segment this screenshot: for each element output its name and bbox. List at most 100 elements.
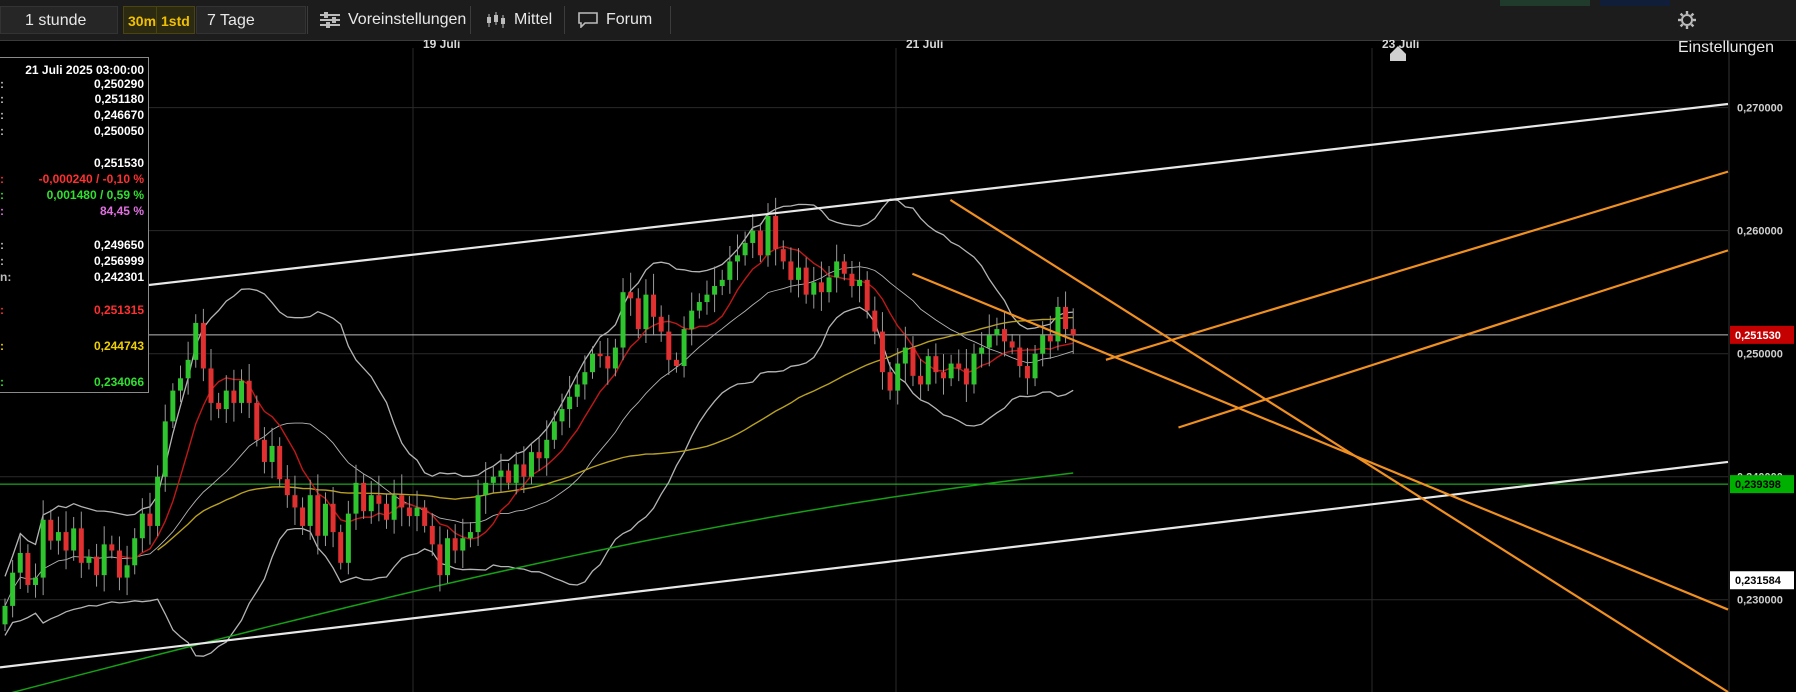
candle-down (422, 507, 428, 526)
price-badge-label: 0,251530 (1735, 330, 1781, 342)
info-row-label: : (0, 303, 4, 317)
period-selector[interactable]: 1 stunde (0, 6, 118, 34)
candle-up (567, 396, 573, 410)
candle-down (216, 402, 222, 410)
indicators-button[interactable]: Mittel (476, 6, 562, 34)
candle-up (460, 538, 466, 551)
candle-down (666, 331, 672, 360)
candle-up (223, 390, 229, 410)
range-selector[interactable]: 7 Tage (196, 6, 306, 34)
candle-down (330, 503, 336, 533)
candle-up (979, 347, 985, 354)
candle-down (109, 544, 115, 551)
toolbar-divider (564, 6, 565, 34)
price-chart[interactable]: 0,2700000,2600000,2500000,2400000,230000… (0, 40, 1796, 692)
candle-down (1070, 329, 1076, 336)
forum-button[interactable]: Forum (568, 6, 662, 34)
candle-down (963, 368, 969, 385)
price-axis: 0,2700000,2600000,2500000,2400000,230000… (423, 40, 1794, 607)
candle-up (528, 452, 534, 477)
candle-up (86, 556, 92, 563)
info-row-value: 0,256999 (93, 254, 144, 268)
speech-bubble-icon (578, 11, 598, 28)
presets-button[interactable]: Voreinstellungen (310, 6, 476, 34)
candle-down (651, 294, 657, 317)
info-row-label: : (0, 92, 4, 106)
candle-down (63, 532, 69, 551)
price-badge-label: 0,239398 (1735, 479, 1781, 491)
indicators-label: Mittel (514, 11, 553, 28)
interval-1std-button[interactable]: 1std (156, 6, 195, 34)
candlesticks (2, 197, 1076, 631)
candle-down (788, 261, 794, 280)
candle-up (742, 242, 748, 256)
candle-up (368, 495, 374, 512)
candle-down (429, 525, 435, 545)
candle-up (681, 329, 687, 366)
trend-line (911, 272, 1729, 611)
candle-up (1032, 353, 1038, 379)
candle-down (315, 495, 321, 536)
info-row-label: : (0, 188, 4, 202)
candle-down (521, 464, 527, 477)
info-row-label: : (0, 254, 4, 268)
candle-up (590, 353, 596, 373)
candle-down (1047, 335, 1053, 342)
candle-up (269, 445, 275, 462)
forum-label: Forum (606, 11, 653, 28)
candle-up (734, 255, 740, 262)
candle-down (536, 452, 542, 459)
candle-up (177, 378, 183, 391)
y-tick-label: 0,230000 (1737, 595, 1783, 607)
candle-up (353, 482, 359, 514)
settings-button[interactable]: Einstellungen (1668, 6, 1796, 56)
candle-up (55, 532, 61, 541)
candle-up (124, 565, 130, 578)
candle-down (910, 347, 916, 376)
candle-down (635, 298, 641, 330)
candle-down (841, 261, 847, 274)
candle-up (696, 302, 702, 311)
candle-down (338, 532, 344, 563)
info-row-label: n: (0, 270, 12, 284)
candle-up (1040, 335, 1046, 354)
candle-down (361, 482, 367, 512)
info-date: 21 Juli 2025 03:00:00 (25, 63, 144, 77)
toolbar-divider (470, 6, 471, 34)
candle-up (643, 294, 649, 330)
candle-up (2, 605, 8, 625)
trend-line (949, 198, 1729, 692)
candle-down (384, 503, 389, 520)
candle-up (689, 310, 695, 330)
candle-down (673, 359, 679, 366)
candle-up (17, 552, 23, 573)
candle-up (345, 513, 351, 563)
candle-down (506, 470, 512, 483)
candle-down (849, 273, 855, 287)
candle-up (322, 503, 328, 536)
candle-up (574, 384, 580, 397)
candle-up (551, 421, 557, 440)
info-row-label: : (0, 172, 4, 186)
candle-up (391, 495, 397, 520)
info-row-value: 0,244743 (93, 339, 144, 353)
candle-up (475, 495, 481, 533)
candle-up (1055, 306, 1061, 342)
candle-down (254, 402, 260, 440)
candlestick-icon (487, 11, 505, 28)
candle-down (605, 356, 611, 369)
info-row-label: : (0, 375, 4, 389)
candle-down (933, 356, 939, 373)
candle-up (193, 322, 199, 360)
candle-down (628, 292, 634, 299)
candle-down (200, 322, 206, 369)
x-tick-label: 21 Juli (906, 40, 943, 51)
candle-up (139, 513, 145, 539)
candle-down (78, 528, 84, 563)
candle-down (956, 363, 962, 369)
candle-down (25, 552, 31, 585)
info-row-value: 0,251530 (93, 156, 144, 170)
candle-down (300, 507, 306, 526)
trend-line (0, 460, 1729, 669)
candle-up (483, 482, 489, 496)
